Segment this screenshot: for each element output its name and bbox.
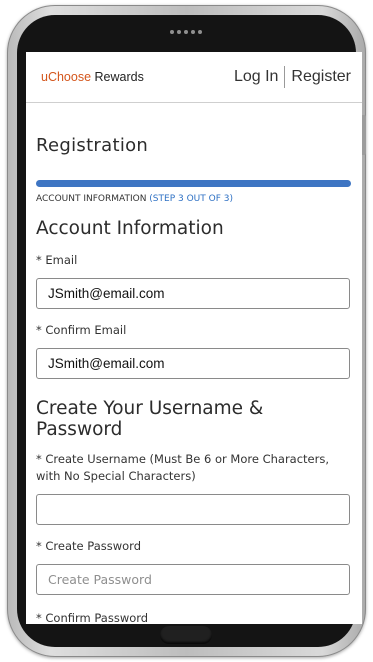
credentials-section-title: Create Your Username & Password — [36, 398, 264, 440]
password-label: * Create Password — [36, 539, 141, 553]
page-title: Registration — [36, 135, 149, 156]
login-link[interactable]: Log In — [234, 68, 278, 86]
logo-suffix-text: Rewards — [91, 70, 144, 84]
password-field[interactable]: Create Password — [36, 564, 350, 595]
site-header: uChoose Rewards Log In Register — [26, 52, 362, 103]
home-button[interactable] — [160, 626, 212, 644]
email-field[interactable]: JSmith@email.com — [36, 278, 350, 309]
username-field[interactable] — [36, 494, 350, 525]
phone-screen: uChoose Rewards Log In Register Registra… — [26, 52, 362, 624]
step-indicator: ACCOUNT INFORMATION (STEP 3 OUT OF 3) — [36, 194, 352, 204]
brand-logo[interactable]: uChoose Rewards — [41, 70, 144, 84]
username-label: * Create Username (Must Be 6 or More Cha… — [36, 452, 330, 483]
register-link[interactable]: Register — [291, 68, 351, 86]
registration-form: Registration ACCOUNT INFORMATION (STEP 3… — [26, 135, 362, 624]
step-count: (STEP 3 OUT OF 3) — [149, 194, 233, 204]
confirm-password-label: * Confirm Password — [36, 611, 149, 624]
auth-links: Log In Register — [234, 66, 351, 88]
logo-brand-text: uChoose — [41, 70, 92, 84]
confirm-email-label: * Confirm Email — [36, 323, 127, 337]
step-name: ACCOUNT INFORMATION — [36, 194, 147, 204]
speaker-dots-icon — [170, 30, 202, 34]
link-divider — [284, 66, 286, 88]
account-section-title: Account Information — [36, 218, 224, 239]
confirm-email-field[interactable]: JSmith@email.com — [36, 348, 350, 379]
email-label: * Email — [36, 253, 78, 267]
progress-bar — [36, 180, 351, 187]
